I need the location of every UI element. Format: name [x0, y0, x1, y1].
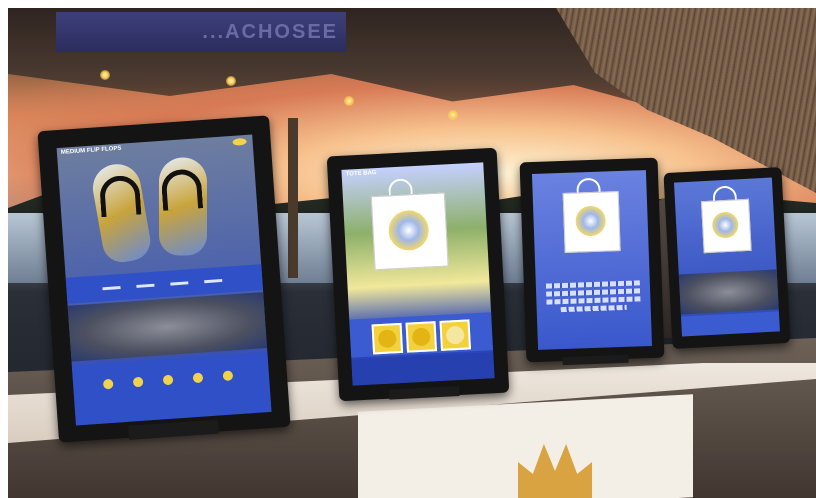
string-light	[226, 76, 236, 86]
color-swatch[interactable]	[371, 322, 404, 355]
kiosk-flip-flops: MEDIUM FLIP FLOPS	[37, 115, 291, 443]
kiosk-tote-bag: TOTE BAG	[326, 147, 510, 402]
string-light	[344, 96, 354, 106]
toolbar-icon[interactable]	[102, 378, 114, 390]
bag-handle	[387, 178, 413, 196]
keyboard-row[interactable]	[560, 304, 627, 313]
option-button[interactable]	[204, 278, 223, 284]
swatch-fill	[377, 329, 397, 349]
option-button[interactable]	[102, 286, 121, 291]
toolbar-icon[interactable]	[222, 370, 234, 382]
kiosk-screen[interactable]: TOTE BAG	[341, 162, 495, 386]
toolbar-icon[interactable]	[192, 372, 204, 384]
bottom-toolbar	[351, 352, 495, 386]
swatch-fill	[411, 327, 431, 347]
keyboard-row[interactable]	[546, 288, 641, 297]
string-light	[448, 110, 458, 120]
kiosk-screen[interactable]	[531, 170, 653, 350]
pattern-preview	[67, 292, 268, 362]
keyboard-row[interactable]	[546, 296, 641, 305]
keyboard-row[interactable]	[545, 280, 640, 289]
event-photo: ...ACHOSEE MEDIUM FLIP FLOPS TOTE BAG	[8, 8, 816, 498]
color-swatch[interactable]	[439, 319, 471, 351]
toolbar-icon[interactable]	[132, 376, 144, 388]
kiosk-tote-bag-right	[663, 167, 791, 349]
kiosk-keyboard	[519, 157, 665, 366]
bottom-toolbar	[71, 351, 272, 426]
bottom-toolbar	[680, 311, 780, 337]
kiosk-screen[interactable]: MEDIUM FLIP FLOPS	[56, 134, 272, 426]
pattern-preview	[678, 269, 779, 315]
kiosk-screen[interactable]	[673, 177, 780, 337]
toolbar-icon[interactable]	[162, 374, 174, 386]
swatch-fill	[445, 325, 465, 345]
option-button[interactable]	[136, 283, 155, 288]
option-button[interactable]	[170, 281, 189, 286]
brand-badge	[232, 137, 247, 146]
bar-sign-text: ...ACHOSEE	[202, 20, 338, 43]
wooden-post	[288, 118, 298, 278]
screen-title: MEDIUM FLIP FLOPS	[60, 145, 122, 156]
string-light	[100, 70, 110, 80]
color-swatch[interactable]	[405, 321, 438, 353]
bar-sign: ...ACHOSEE	[56, 12, 346, 52]
screen-title: TOTE BAG	[345, 170, 377, 178]
